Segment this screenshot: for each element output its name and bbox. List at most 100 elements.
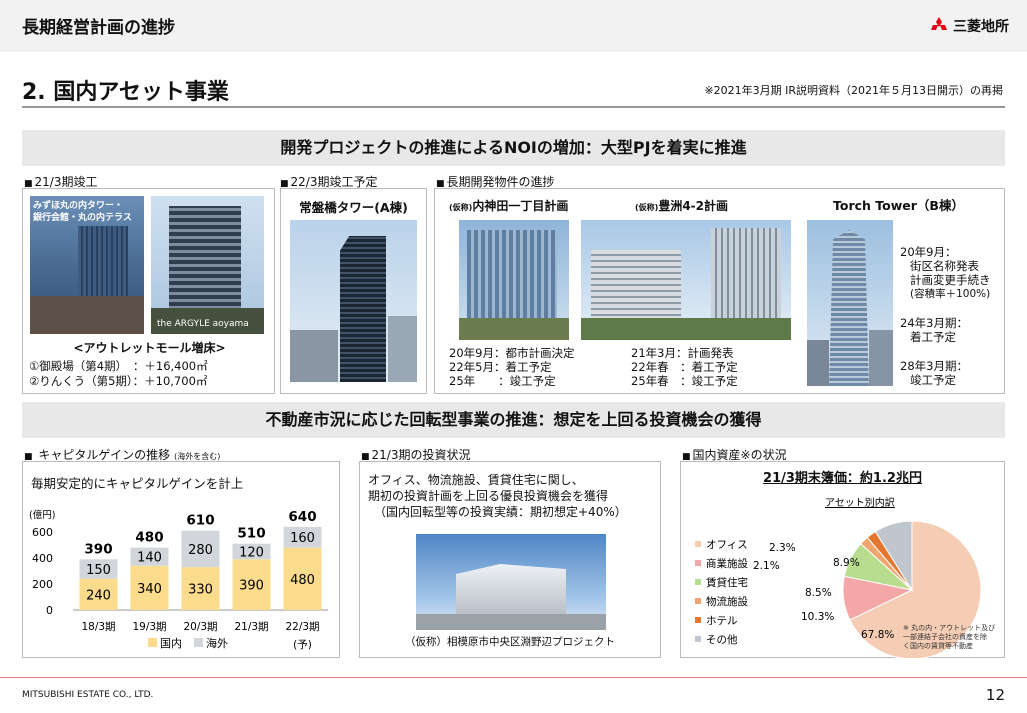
- tokiwabashi-title: 常盤橋タワー(A棟): [299, 200, 408, 215]
- pie-slice-label: 67.8%: [861, 629, 894, 641]
- y-tick-label: 200: [32, 578, 53, 591]
- trees-shape: [581, 318, 791, 340]
- photo1-caption: みずほ丸の内タワー・ 銀行会館・丸の内テラス: [33, 201, 132, 223]
- photo-logistics-facility: [416, 534, 606, 630]
- pie-legend-label: 賃貸住宅: [706, 576, 748, 589]
- building-shape: [711, 228, 781, 324]
- pie-slice-label: 2.3%: [769, 542, 796, 554]
- title-rule: [22, 106, 1005, 108]
- logistics-caption: （仮称）相模原市中央区淵野辺プロジェクト: [405, 636, 615, 648]
- photo2-caption: the ARGYLE aoyama: [157, 319, 249, 329]
- toyosu-line-3: 25年春 ：竣工予定: [631, 374, 738, 388]
- bar-value-label: 480: [290, 573, 315, 588]
- pie-legend-swatch: [695, 598, 701, 604]
- band-rotation: 不動産市況に応じた回転型事業の推進：想定を上回る投資機会の獲得: [22, 402, 1005, 438]
- y-axis-unit: (億円): [29, 509, 55, 521]
- photo-tokiwabashi-tower: [290, 220, 417, 382]
- pie-footnote: ※ 丸の内・アウトレット及び 一部連結子会社の資産を除 く国内の賃貸等不動産: [903, 624, 996, 650]
- x-tick-label: 21/3期: [234, 621, 268, 633]
- bar-value-label: 390: [239, 579, 264, 594]
- company-logo: 三菱地所: [929, 16, 1009, 36]
- pie-legend-label: 物流施設: [706, 595, 748, 608]
- torch-line-3: 計画変更手続き: [910, 273, 991, 287]
- investment-line-1: オフィス、物流施設、賃貸住宅に関し、: [368, 473, 584, 487]
- uchikanda-title: (仮称)内神田一丁目計画: [449, 199, 568, 215]
- torch-line-8: 竣工予定: [910, 373, 956, 387]
- investment-line-3: （国内回転型等の投資実績：期初想定+40%）: [374, 505, 627, 519]
- y-tick-label: 600: [32, 526, 53, 539]
- photo-uchikanda: [459, 220, 569, 340]
- photo-mizuho-tower: みずほ丸の内タワー・ 銀行会館・丸の内テラス: [30, 196, 144, 334]
- warehouse-shape: [456, 564, 566, 614]
- x-tick-label: 22/3期: [285, 621, 319, 633]
- tentative-prefix: (仮称): [635, 203, 659, 212]
- torch-line-7: 28年3月期：: [900, 359, 968, 373]
- bar-value-label: 330: [188, 583, 213, 598]
- panel-planned: 常盤橋タワー(A棟): [280, 188, 427, 394]
- uchikanda-line-2: 22年5月：着工予定: [449, 360, 552, 374]
- outlet-title: <アウトレットモール増床>: [73, 341, 226, 355]
- legend-swatch: [194, 638, 203, 647]
- panel-domestic-assets: 21/3期末簿価：約1.2兆円 アセット別内訳 67.8% 10.3% 8.5% 2.1…: [680, 461, 1005, 658]
- capital-gain-label-text: キャピタルゲインの推移: [38, 448, 171, 462]
- y-tick-label: 400: [32, 552, 53, 565]
- bar-value-label: 160: [290, 531, 315, 546]
- section-title: 2. 国内アセット事業: [22, 80, 229, 105]
- y-tick-label: 0: [46, 604, 53, 617]
- photo-argyle-aoyama: the ARGYLE aoyama: [151, 196, 264, 334]
- bar-total-label: 390: [84, 541, 112, 557]
- x-tick-sublabel: (予): [293, 639, 312, 651]
- low-buildings: [869, 330, 893, 386]
- pie-legend-swatch: [695, 560, 701, 566]
- torch-line-2: 街区名称発表: [910, 259, 979, 273]
- tower-shape: [340, 236, 386, 382]
- torch-line-5: 24年3月期：: [900, 316, 968, 330]
- outlet-line-2: ②りんくう（第5期）：＋10,700㎡: [29, 374, 208, 388]
- pie-slice-label: 10.3%: [801, 611, 834, 623]
- section-note: ※2021年3月期 IR説明資料（2021年５月13日開示）の再掲: [704, 84, 1003, 97]
- investment-line-2: 期初の投資計画を上回る優良投資機会を獲得: [368, 489, 609, 503]
- building-shape: [591, 250, 681, 320]
- photo-toyosu: [581, 220, 791, 340]
- toyosu-name: 豊洲4-2計画: [658, 199, 728, 213]
- pie-slice-label: 8.5%: [805, 587, 832, 599]
- bar-total-label: 640: [288, 509, 316, 525]
- panel-investment: オフィス、物流施設、賃貸住宅に関し、 期初の投資計画を上回る優良投資機会を獲得 …: [359, 461, 661, 658]
- x-tick-label: 20/3期: [183, 621, 217, 633]
- outlet-line-1: ①御殿場（第4期） ：＋16,400㎡: [29, 359, 208, 373]
- uchikanda-line-1: 20年9月：都市計画決定: [449, 346, 575, 360]
- logo-text: 三菱地所: [953, 19, 1009, 35]
- header-title: 長期経営計画の進捗: [22, 18, 175, 38]
- x-tick-label: 19/3期: [132, 621, 166, 633]
- legend-label: 海外: [206, 636, 228, 650]
- tower-shape: [829, 230, 869, 386]
- bar-value-label: 150: [86, 563, 111, 578]
- bar-value-label: 120: [239, 546, 264, 561]
- uchikanda-name: 内神田一丁目計画: [472, 199, 569, 213]
- bar-value-label: 340: [137, 582, 162, 597]
- panel-completed: みずほ丸の内タワー・ 銀行会館・丸の内テラス the ARGYLE aoyama…: [22, 188, 275, 394]
- toyosu-title: (仮称)豊洲4-2計画: [635, 199, 728, 215]
- bar-value-label: 140: [137, 551, 162, 566]
- uchikanda-line-3: 25年 ：竣工予定: [449, 374, 556, 388]
- top-bar: 長期経営計画の進捗 三菱地所: [0, 0, 1027, 52]
- panel-long-term: (仮称)内神田一丁目計画 20年9月：都市計画決定 22年5月：着工予定 25年…: [434, 188, 1005, 394]
- pie-legend-label: 商業施設: [706, 557, 748, 570]
- toyosu-line-1: 21年3月：計画発表: [631, 346, 734, 360]
- pie-legend-label: その他: [706, 633, 738, 646]
- bar-total-label: 610: [186, 513, 214, 529]
- legend-label: 国内: [160, 636, 182, 650]
- torch-tower-title: Torch Tower（B棟）: [833, 198, 964, 213]
- pie-legend-label: オフィス: [706, 539, 748, 551]
- footer-company: MITSUBISHI ESTATE CO., LTD.: [22, 690, 154, 700]
- pie-legend-swatch: [695, 617, 701, 623]
- torch-line-1: 20年9月：: [900, 245, 957, 259]
- footer-rule: [0, 677, 1027, 678]
- bar-value-label: 240: [86, 588, 111, 603]
- low-buildings: [388, 316, 417, 382]
- low-buildings: [807, 340, 829, 386]
- torch-line-4: (容積率＋100%): [910, 288, 991, 300]
- legend-swatch: [148, 638, 157, 647]
- x-tick-label: 18/3期: [81, 621, 115, 633]
- trees-shape: [459, 318, 569, 340]
